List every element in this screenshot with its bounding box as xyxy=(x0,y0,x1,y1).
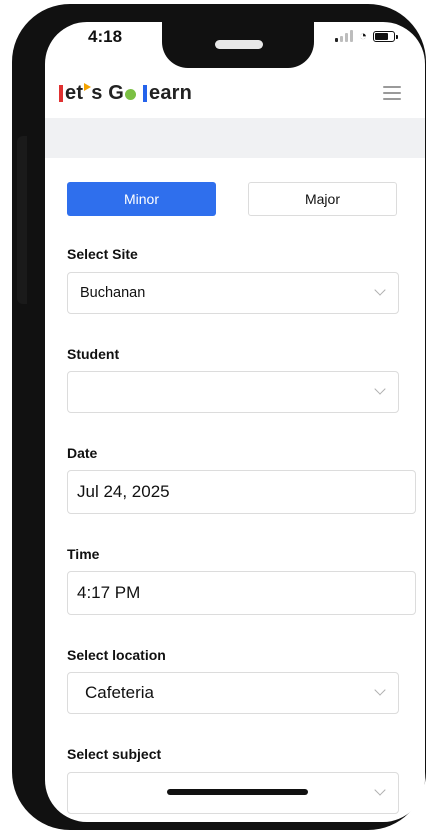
logo-text-part3: earn xyxy=(149,81,193,104)
side-button xyxy=(17,136,27,304)
signal-icon xyxy=(335,30,354,42)
time-label: Time xyxy=(67,546,100,562)
time-value: 4:17 PM xyxy=(77,583,141,602)
chevron-down-icon xyxy=(374,383,386,395)
student-label: Student xyxy=(67,346,120,362)
subject-label: Select subject xyxy=(67,746,162,762)
logo-l-mark xyxy=(59,84,63,102)
logo-text-part2: s G xyxy=(91,81,125,104)
status-time: 4:18 xyxy=(88,27,123,46)
phone-frame: 4:18 ◔ et s G earn Minor Major Select Si… xyxy=(12,4,426,830)
status-icons: ◔ xyxy=(335,28,398,43)
logo-apostrophe-mark xyxy=(84,83,92,91)
minor-button[interactable]: Minor xyxy=(67,182,216,216)
site-value: Buchanan xyxy=(80,285,146,301)
date-label: Date xyxy=(67,445,98,461)
notch xyxy=(162,22,314,68)
speaker xyxy=(215,40,263,49)
phone-screen: 4:18 ◔ et s G earn Minor Major Select Si… xyxy=(45,22,425,822)
date-value: Jul 24, 2025 xyxy=(77,482,170,501)
location-label: Select location xyxy=(67,647,166,663)
site-label: Select Site xyxy=(67,246,138,262)
severity-toggle: Minor Major xyxy=(67,182,399,218)
battery-icon xyxy=(373,30,398,42)
header-divider-band xyxy=(45,118,425,158)
home-indicator[interactable] xyxy=(167,789,308,795)
chevron-down-icon xyxy=(374,684,386,696)
wifi-icon: ◔ xyxy=(359,28,367,43)
logo-text-part1: et xyxy=(65,81,84,104)
chevron-down-icon xyxy=(374,784,386,796)
app-header: et s G earn xyxy=(45,68,425,118)
logo[interactable]: et s G earn xyxy=(59,82,192,105)
hamburger-menu-icon[interactable] xyxy=(383,86,401,100)
logo-o-dot xyxy=(125,88,137,100)
time-input[interactable]: 4:17 PM xyxy=(67,571,416,615)
site-select[interactable]: Buchanan xyxy=(67,272,399,314)
logo-l-mark-2 xyxy=(143,84,148,102)
major-button[interactable]: Major xyxy=(248,182,397,216)
location-value: Cafeteria xyxy=(85,683,154,702)
location-select[interactable]: Cafeteria xyxy=(67,672,399,714)
chevron-down-icon xyxy=(374,284,386,296)
date-input[interactable]: Jul 24, 2025 xyxy=(67,470,416,514)
student-select[interactable] xyxy=(67,371,399,413)
